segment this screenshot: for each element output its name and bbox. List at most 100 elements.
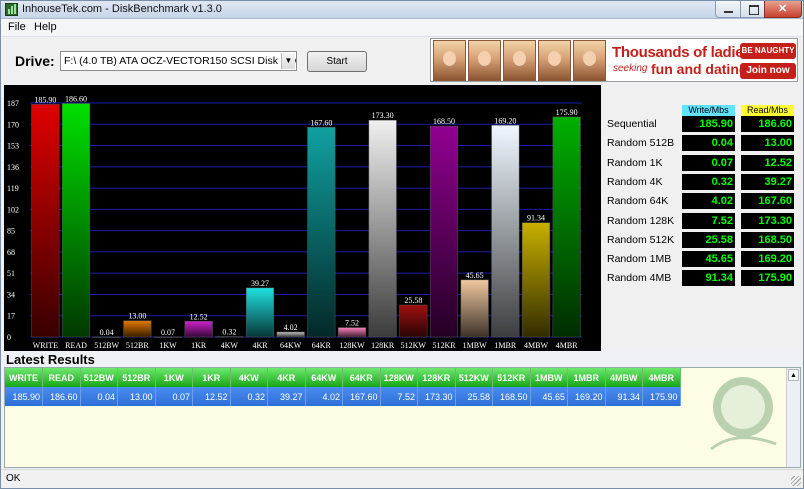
bar-4MBR xyxy=(552,116,581,338)
close-button[interactable] xyxy=(764,1,802,18)
table-cell: 186.60 xyxy=(42,387,81,406)
y-tick-label: 85 xyxy=(7,227,15,236)
column-header[interactable]: 64KW xyxy=(305,368,343,387)
ad-headline: Thousands of ladies xyxy=(612,44,752,61)
bar-value-label: 168.50 xyxy=(433,117,455,126)
bar-1KW xyxy=(153,336,183,338)
summary-row-label: Random 1MB xyxy=(607,253,672,266)
x-tick-label: 64KW xyxy=(280,341,302,350)
summary-write-value: 25.58 xyxy=(682,231,735,248)
column-header[interactable]: 1MBR xyxy=(567,368,606,387)
app-icon xyxy=(5,3,18,16)
x-tick-label: 512KW xyxy=(401,341,427,350)
column-header[interactable]: 512BR xyxy=(117,368,156,387)
bar-512KW xyxy=(399,304,428,338)
column-header[interactable]: 4MBR xyxy=(642,368,681,387)
table-row[interactable]: 185.90 186.60 0.04 13.00 0.07 12.52 0.32 39.27 4… xyxy=(5,387,681,406)
summary-write-value: 0.32 xyxy=(682,173,735,190)
column-header[interactable]: 128KR xyxy=(417,368,456,387)
bar-512KR xyxy=(429,125,459,338)
summary-read-value: 186.60 xyxy=(741,116,794,132)
summary-row-label: Random 128K xyxy=(607,214,675,227)
column-header[interactable]: 64KR xyxy=(342,368,381,387)
column-header[interactable]: 1MBW xyxy=(530,368,568,387)
bar-chart: 18717015313611910285685134170185.90WRITE… xyxy=(7,95,582,350)
table-cell: 168.50 xyxy=(492,387,531,406)
x-tick-label: WRITE xyxy=(33,341,58,350)
column-header[interactable]: 4KR xyxy=(267,368,306,387)
summary-panel: Write/Mbs Read/Mbs Sequential 185.90 186.6… xyxy=(601,85,800,351)
column-header[interactable]: WRITE xyxy=(5,368,43,387)
summary-write-value: 91.34 xyxy=(682,270,735,287)
x-tick-label: 4KR xyxy=(252,341,268,350)
drive-select[interactable]: F:\ (4.0 TB) ATA OCZ-VECTOR150 SCSI Disk… xyxy=(60,51,297,71)
ad-photo xyxy=(573,40,606,81)
resize-grip-icon[interactable] xyxy=(791,476,801,486)
summary-row-label: Random 512K xyxy=(607,233,675,246)
bar-value-label: 7.52 xyxy=(345,319,359,328)
ad-join-button[interactable]: Join now xyxy=(740,63,796,79)
bar-64KW xyxy=(276,331,305,338)
column-header[interactable]: 512KW xyxy=(455,368,493,387)
menu-help[interactable]: Help xyxy=(34,21,57,33)
bar-4KR xyxy=(245,287,275,338)
summary-write-value: 4.02 xyxy=(682,193,735,210)
start-button[interactable]: Start xyxy=(307,51,367,72)
bar-value-label: 173.30 xyxy=(372,111,394,120)
x-tick-label: 512BW xyxy=(94,341,119,350)
ad-banner[interactable]: Thousands of ladies seeking fun and dati… xyxy=(430,38,798,82)
chevron-down-icon[interactable]: ▼ xyxy=(281,53,295,69)
column-header[interactable]: 128KW xyxy=(380,368,418,387)
minimize-button[interactable] xyxy=(715,1,741,18)
x-tick-label: 128KR xyxy=(371,341,395,350)
status-text: OK xyxy=(6,473,21,484)
bar-value-label: 185.90 xyxy=(34,95,56,104)
table-cell: 25.58 xyxy=(455,387,493,406)
column-header[interactable]: 4MBW xyxy=(605,368,643,387)
summary-row-label: Random 512B xyxy=(607,137,675,150)
column-header[interactable]: 1KR xyxy=(192,368,231,387)
x-tick-label: 1KR xyxy=(191,341,207,350)
table-cell: 12.52 xyxy=(192,387,231,406)
summary-read-value: 12.52 xyxy=(741,154,794,171)
column-header[interactable]: 512BW xyxy=(80,368,118,387)
menu-file[interactable]: File xyxy=(8,21,26,33)
table-cell: 13.00 xyxy=(117,387,156,406)
y-tick-label: 102 xyxy=(7,205,19,214)
title-bar[interactable]: InhouseTek.com - DiskBenchmark v1.3.0 xyxy=(1,1,803,19)
summary-write-value: 45.65 xyxy=(682,251,735,268)
ad-photo xyxy=(538,40,571,81)
ad-photo xyxy=(468,40,501,81)
ad-subline-small: seeking xyxy=(613,63,648,74)
summary-row-label: Sequential xyxy=(607,118,657,130)
bar-value-label: 0.32 xyxy=(222,328,236,337)
y-tick-label: 68 xyxy=(7,248,15,257)
x-tick-label: 4KW xyxy=(221,341,239,350)
column-header[interactable]: 1KW xyxy=(155,368,193,387)
column-header[interactable]: 512KR xyxy=(492,368,531,387)
summary-read-value: 167.60 xyxy=(741,193,794,210)
ad-photo xyxy=(503,40,536,81)
results-table: WRITE READ 512BW 512BR 1KW 1KR 4KW 4KR 64KW 64KR 1… xyxy=(5,368,681,406)
y-tick-label: 51 xyxy=(7,269,15,278)
bar-value-label: 175.90 xyxy=(556,108,578,117)
bar-1KR xyxy=(184,321,213,338)
table-cell: 167.60 xyxy=(342,387,381,406)
summary-read-value: 13.00 xyxy=(741,135,794,152)
bar-128KW xyxy=(337,327,367,338)
column-header[interactable]: READ xyxy=(42,368,81,387)
table-cell: 0.07 xyxy=(155,387,193,406)
maximize-button[interactable] xyxy=(740,1,765,18)
summary-row-label: Random 4K xyxy=(607,175,663,188)
bar-READ xyxy=(61,103,91,338)
bar-value-label: 39.27 xyxy=(251,279,269,288)
x-tick-label: 4MBR xyxy=(556,341,578,350)
read-header: Read/Mbs xyxy=(741,105,794,116)
bar-512BW xyxy=(92,336,121,338)
bar-1MBR xyxy=(491,125,520,338)
ad-photo xyxy=(433,40,466,81)
y-tick-label: 0 xyxy=(7,333,11,342)
x-tick-label: 1MBR xyxy=(494,341,516,350)
x-tick-label: 512BR xyxy=(126,341,149,350)
column-header[interactable]: 4KW xyxy=(230,368,268,387)
